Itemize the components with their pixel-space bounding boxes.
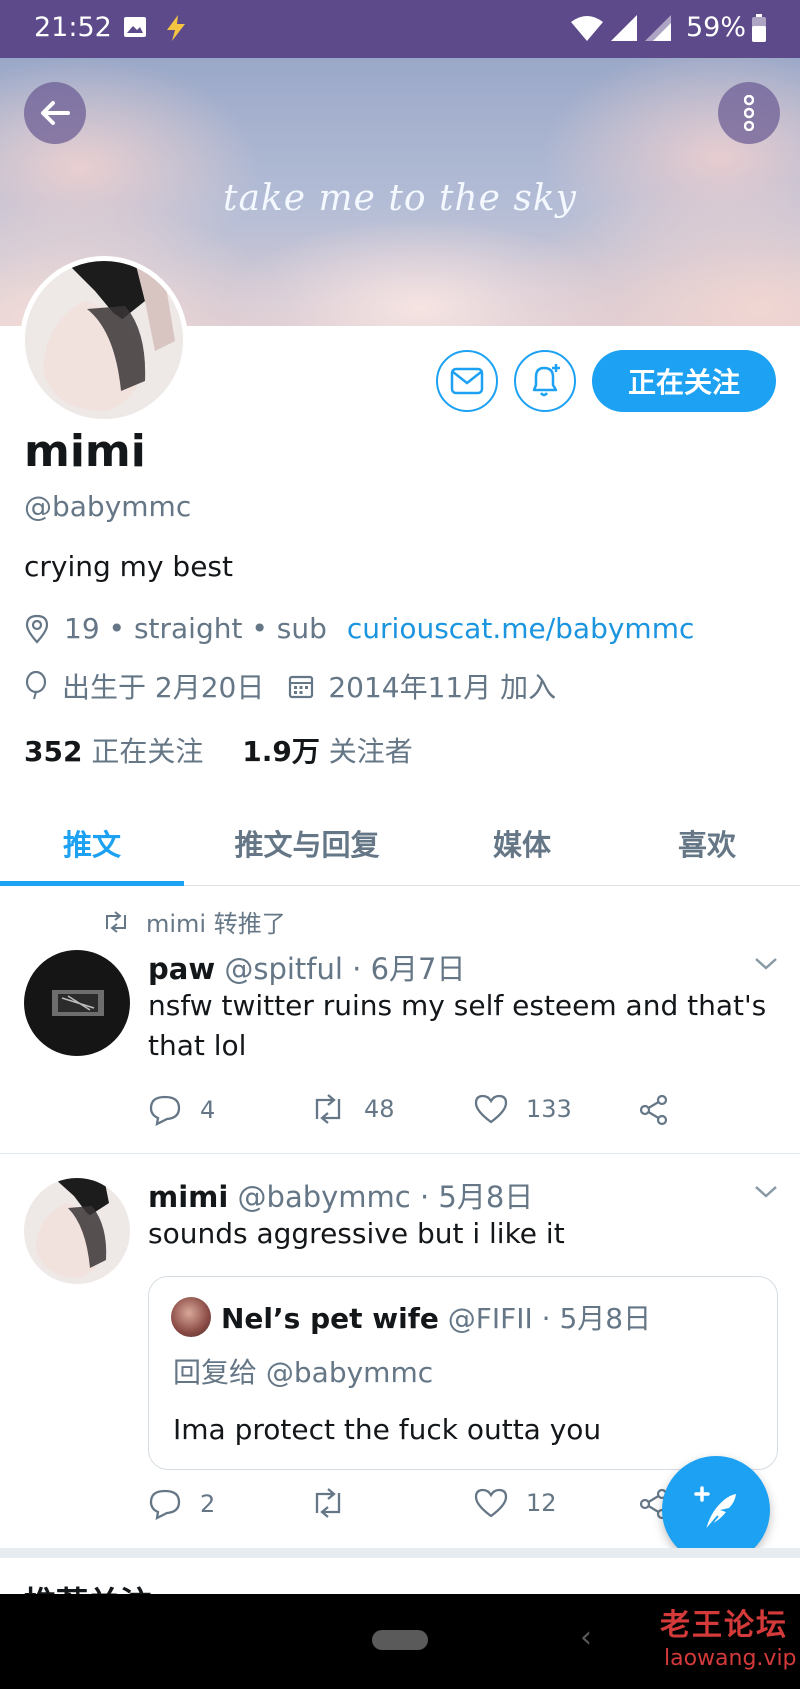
retweet-button[interactable] [310, 1488, 364, 1518]
following-count: 352 [24, 735, 83, 768]
tweet-meta: @babymmc · 5月8日 [237, 1180, 534, 1214]
tweet-avatar[interactable] [24, 950, 130, 1056]
chevron-down-icon[interactable] [754, 956, 778, 975]
battery-percent: 59% [686, 12, 747, 43]
retweet-icon [315, 1488, 341, 1518]
image-notification-icon [122, 14, 148, 44]
heart-icon [474, 1094, 508, 1124]
tweet-meta: @spitful · 6月7日 [224, 952, 466, 986]
tab-tweets[interactable]: 推文 [0, 800, 184, 886]
signal-icon [610, 14, 638, 46]
location-text: 19 • straight • sub [64, 612, 327, 645]
location-row: 19 • straight • sub curiouscat.me/babymm… [24, 612, 694, 645]
profile-avatar[interactable] [20, 256, 188, 424]
more-vertical-icon [744, 95, 754, 131]
signal-2-icon [644, 14, 672, 46]
dates-row: 出生于 2月20日 2014年11月 加入 [24, 666, 556, 706]
calendar-icon [288, 673, 314, 699]
feather-plus-icon [694, 1486, 736, 1531]
quoted-reply-to: 回复给 @babymmc [173, 1356, 434, 1389]
who-to-follow-section: 推荐关注 [0, 1548, 800, 1594]
birthday-text: 出生于 2月20日 [62, 671, 265, 704]
like-count: 12 [526, 1489, 557, 1517]
tab-likes[interactable]: 喜欢 [614, 800, 800, 886]
heart-icon [474, 1488, 508, 1518]
quoted-tweet[interactable]: Nel’s pet wife @FIFII · 5月8日 回复给 @babymm… [148, 1276, 778, 1470]
tweet-author-name[interactable]: mimi [148, 1180, 228, 1214]
status-time: 21:52 [34, 12, 112, 43]
envelope-icon [450, 367, 484, 395]
battery-icon [752, 14, 766, 46]
reply-button[interactable]: 4 [148, 1094, 215, 1126]
home-pill[interactable] [372, 1630, 428, 1650]
bell-plus-icon [532, 364, 560, 397]
retweet-count: 48 [364, 1095, 395, 1123]
notify-button[interactable] [514, 350, 576, 412]
profile-link[interactable]: curiouscat.me/babymmc [347, 612, 694, 645]
display-name: mimi [24, 426, 146, 477]
reply-icon [149, 1095, 181, 1126]
quoted-author-name: Nel’s pet wife [221, 1302, 439, 1335]
profile-tabs: 推文 推文与回复 媒体 喜欢 [0, 800, 800, 886]
reply-icon [149, 1489, 181, 1520]
banner-slogan: take me to the sky [223, 178, 577, 219]
tab-tweets-replies[interactable]: 推文与回复 [184, 800, 430, 886]
system-nav-bar: ‹ 老王论坛 laowang.vip [0, 1594, 800, 1689]
followers-label: 关注者 [328, 735, 413, 768]
more-options-button[interactable] [718, 82, 780, 144]
follow-stats: 352 正在关注 1.9万 关注者 [24, 730, 413, 770]
tweet-item[interactable]: mimi 转推了 paw @spitful · 6月7日 nsfw twitte… [0, 886, 800, 1154]
chevron-down-icon[interactable] [754, 1184, 778, 1203]
watermark-en: laowang.vip [664, 1646, 797, 1671]
tweet-avatar[interactable] [24, 1178, 130, 1284]
joined-text: 2014年11月 加入 [328, 671, 557, 704]
quoted-avatar [171, 1297, 211, 1337]
followers-count: 1.9万 [242, 735, 320, 768]
following-stat[interactable]: 352 正在关注 [24, 735, 203, 768]
location-pin-icon [24, 614, 50, 644]
share-icon [639, 1094, 668, 1126]
tweet-actions: 4 48 133 [148, 1094, 708, 1134]
like-button[interactable]: 133 [474, 1094, 572, 1124]
reply-count: 4 [200, 1096, 216, 1124]
like-button[interactable]: 12 [474, 1488, 557, 1518]
tweet-text: nsfw twitter ruins my self esteem and th… [148, 989, 767, 1062]
quoted-meta: @FIFII · 5月8日 [447, 1302, 652, 1335]
reply-button[interactable]: 2 [148, 1488, 215, 1520]
tweet-actions: 2 12 [148, 1488, 708, 1528]
following-label: 正在关注 [91, 735, 204, 768]
retweet-note: mimi 转推了 [102, 904, 286, 939]
reply-count: 2 [200, 1490, 216, 1518]
retweet-small-icon [106, 910, 126, 933]
back-chevron-icon[interactable]: ‹ [580, 1620, 592, 1655]
retweet-icon [315, 1094, 341, 1124]
like-count: 133 [526, 1095, 572, 1123]
tab-media[interactable]: 媒体 [430, 800, 614, 886]
back-button[interactable] [24, 82, 86, 144]
wifi-icon [570, 14, 604, 46]
followers-stat[interactable]: 1.9万 关注者 [242, 735, 413, 768]
retweet-button[interactable]: 48 [310, 1094, 395, 1124]
following-button[interactable]: 正在关注 [592, 350, 776, 412]
retweet-note-text: mimi 转推了 [146, 910, 286, 938]
status-bar: 21:52 59% [0, 0, 800, 58]
quoted-header: Nel’s pet wife @FIFII · 5月8日 [221, 1297, 651, 1337]
quoted-text: Ima protect the fuck outta you [173, 1413, 602, 1446]
flash-icon [164, 14, 188, 46]
watermark-cn: 老王论坛 [660, 1608, 788, 1643]
tweet-header: paw @spitful · 6月7日 [148, 946, 466, 988]
tweet-text: sounds aggressive but i like it [148, 1217, 565, 1250]
section-title: 推荐关注 [24, 1578, 152, 1594]
user-handle: @babymmc [24, 490, 192, 523]
bio: crying my best [24, 550, 233, 583]
balloon-icon [24, 671, 48, 701]
arrow-left-icon [41, 101, 70, 125]
share-button[interactable] [638, 1094, 688, 1126]
message-button[interactable] [436, 350, 498, 412]
tweet-author-name[interactable]: paw [148, 952, 215, 986]
tweet-header: mimi @babymmc · 5月8日 [148, 1174, 533, 1216]
